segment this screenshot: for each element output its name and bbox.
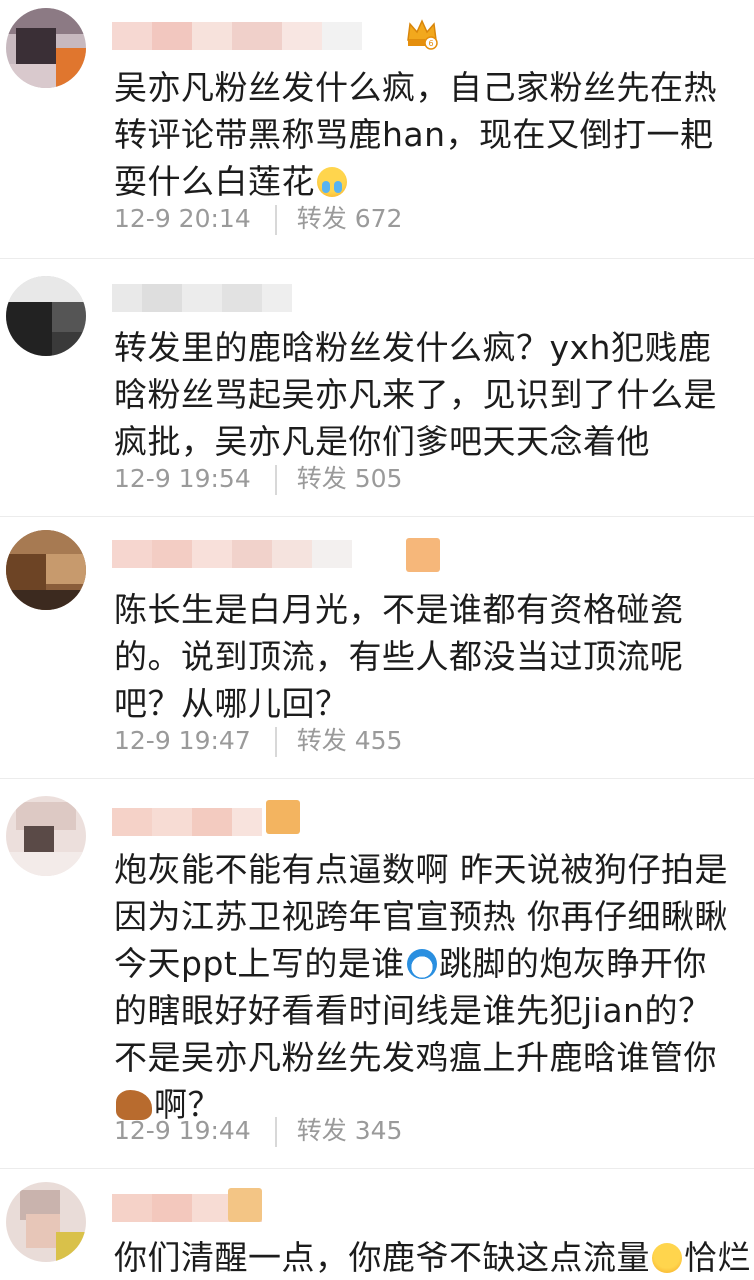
- svg-text:6: 6: [428, 39, 433, 48]
- comment-text: 陈长生是白月光，不是谁都有资格碰瓷的。说到顶流，有些人都没当过顶流呢吧？从哪儿回…: [114, 586, 734, 727]
- comment-meta: 12-9 19:47 转发 455: [114, 724, 402, 758]
- comment-meta: 12-9 19:44 转发 345: [114, 1114, 402, 1148]
- repost-label[interactable]: 转发: [297, 1116, 347, 1145]
- comment-item: 转发里的鹿晗粉丝发什么疯？yxh犯贱鹿晗粉丝骂起吴亦凡来了，见识到了什么是疯批，…: [0, 258, 754, 517]
- avatar[interactable]: [6, 796, 86, 876]
- comment-body: 转发里的鹿晗粉丝发什么疯？yxh犯贱鹿晗粉丝骂起吴亦凡来了，见识到了什么是疯批，…: [114, 328, 717, 461]
- comment-item: 陈长生是白月光，不是谁都有资格碰瓷的。说到顶流，有些人都没当过顶流呢吧？从哪儿回…: [0, 516, 754, 779]
- comment-feed: 6 吴亦凡粉丝发什么疯，自己家粉丝先在热转评论带黑称骂鹿han，现在又倒打一耙耍…: [0, 0, 754, 1280]
- doraemon-emoji-icon: [406, 949, 437, 979]
- username-blurred[interactable]: [112, 22, 362, 50]
- level-badge-icon: [228, 1188, 262, 1222]
- repost-count[interactable]: 672: [355, 204, 403, 233]
- divider: [274, 205, 277, 235]
- username-blurred[interactable]: [112, 284, 362, 312]
- timestamp: 12-9 19:54: [114, 464, 251, 493]
- repost-count[interactable]: 505: [355, 464, 403, 493]
- drooling-face-emoji-icon: [652, 1243, 682, 1273]
- comment-text: 你们清醒一点，你鹿爷不缺这点流量 恰烂: [114, 1234, 751, 1280]
- comment-meta: 12-9 20:14 转发 672: [114, 202, 402, 236]
- comment-text: 转发里的鹿晗粉丝发什么疯？yxh犯贱鹿晗粉丝骂起吴亦凡来了，见识到了什么是疯批，…: [114, 324, 734, 465]
- divider: [274, 727, 277, 757]
- timestamp: 12-9 19:44: [114, 1116, 251, 1145]
- repost-label[interactable]: 转发: [297, 726, 347, 755]
- avatar[interactable]: [6, 8, 86, 88]
- repost-label[interactable]: 转发: [297, 464, 347, 493]
- repost-count[interactable]: 455: [355, 726, 403, 755]
- comment-body: 你们清醒一点，你鹿爷不缺这点流量: [114, 1238, 650, 1277]
- crown-badge-icon: 6: [407, 19, 438, 50]
- comment-item: 6 吴亦凡粉丝发什么疯，自己家粉丝先在热转评论带黑称骂鹿han，现在又倒打一耙耍…: [0, 0, 754, 259]
- timestamp: 12-9 20:14: [114, 204, 251, 233]
- divider: [274, 465, 277, 495]
- level-badge-icon: [406, 538, 440, 572]
- avatar[interactable]: [6, 1182, 86, 1262]
- divider: [274, 1117, 277, 1147]
- comment-body: 吴亦凡粉丝发什么疯，自己家粉丝先在热转评论带黑称骂鹿han，现在又倒打一耙耍什么…: [114, 68, 717, 201]
- level-badge-icon: [266, 800, 300, 834]
- avatar[interactable]: [6, 276, 86, 356]
- repost-count[interactable]: 345: [355, 1116, 403, 1145]
- username-blurred[interactable]: [112, 808, 362, 836]
- crying-face-emoji-icon: [317, 167, 347, 197]
- timestamp: 12-9 19:47: [114, 726, 251, 755]
- comment-body: 陈长生是白月光，不是谁都有资格碰瓷的。说到顶流，有些人都没当过顶流呢吧？从哪儿回…: [114, 590, 684, 723]
- comment-item: 炮灰能不能有点逼数啊 昨天说被狗仔拍是因为江苏卫视跨年官宣预热 你再仔细瞅瞅今天…: [0, 778, 754, 1169]
- comment-text: 炮灰能不能有点逼数啊 昨天说被狗仔拍是因为江苏卫视跨年官宣预热 你再仔细瞅瞅今天…: [114, 846, 734, 1128]
- comment-meta: 12-9 19:54 转发 505: [114, 462, 402, 496]
- repost-label[interactable]: 转发: [297, 204, 347, 233]
- comment-item: 你们清醒一点，你鹿爷不缺这点流量 恰烂: [0, 1168, 754, 1280]
- comment-body-tail: 恰烂: [684, 1238, 751, 1277]
- username-blurred[interactable]: [112, 540, 362, 568]
- comment-text: 吴亦凡粉丝发什么疯，自己家粉丝先在热转评论带黑称骂鹿han，现在又倒打一耙耍什么…: [114, 64, 734, 205]
- avatar[interactable]: [6, 530, 86, 610]
